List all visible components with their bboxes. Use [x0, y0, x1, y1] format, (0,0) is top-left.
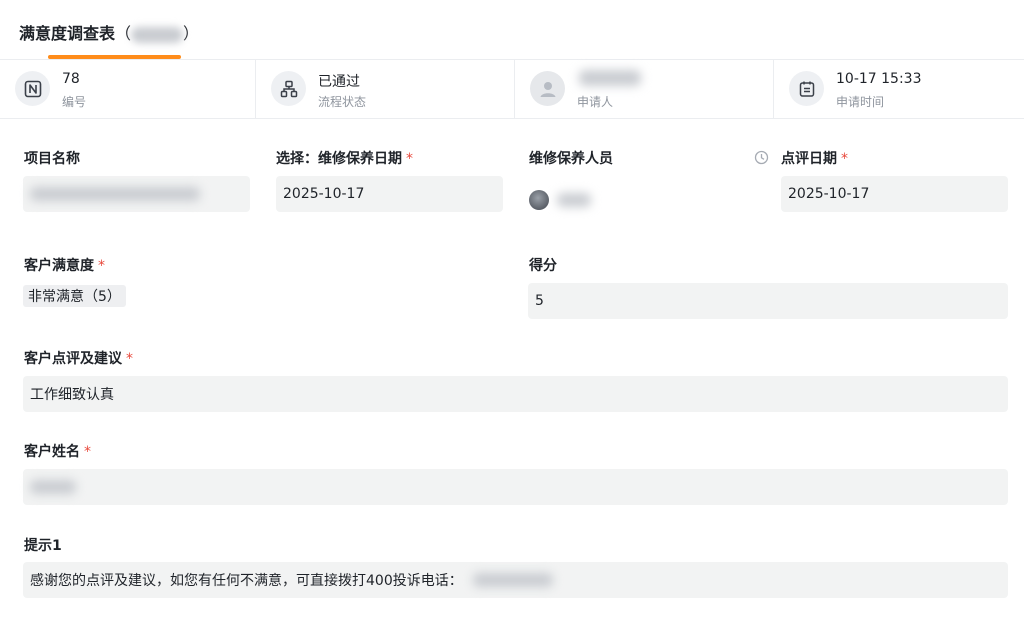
notion-n-icon	[15, 71, 50, 106]
info-process-status: 已通过 流程状态	[256, 60, 515, 119]
maintenance-staff-label-text: 维修保养人员	[529, 151, 613, 167]
required-mark: *	[126, 351, 133, 367]
hint-label-text: 提示1	[24, 538, 62, 554]
page-title: 满意度调查表（ ）	[19, 20, 199, 44]
info-applicant: 申请人	[515, 60, 774, 119]
title-open-paren: （	[115, 24, 132, 43]
required-mark: *	[841, 151, 848, 167]
review-date-label-text: 点评日期	[781, 151, 837, 167]
process-status-label: 流程状态	[318, 95, 367, 109]
hint-value: 感谢您的点评及建议，如您有任何不满意，可直接拨打400投诉电话：	[30, 573, 463, 589]
clock-icon	[754, 150, 769, 169]
required-mark: *	[98, 258, 105, 274]
apply-time-value: 10-17 15:33	[836, 71, 922, 87]
score-label-text: 得分	[529, 258, 557, 274]
required-mark: *	[406, 151, 413, 167]
project-name-label-text: 项目名称	[24, 151, 80, 167]
avatar	[529, 190, 549, 210]
applicant-label: 申请人	[577, 95, 614, 109]
user-avatar-icon	[530, 71, 565, 106]
comments-label: 客户点评及建议 *	[24, 348, 133, 368]
maintenance-staff-redacted	[557, 193, 591, 207]
maintenance-staff-chip[interactable]	[529, 185, 591, 215]
applicant-redacted	[579, 70, 641, 86]
required-mark: *	[84, 444, 91, 460]
customer-name-field[interactable]	[23, 469, 1008, 505]
apply-time-label: 申请时间	[836, 95, 885, 109]
number-label: 编号	[62, 95, 87, 109]
maintenance-date-label: 选择：维修保养日期 *	[276, 148, 413, 168]
score-label: 得分	[529, 255, 557, 275]
customer-name-label-text: 客户姓名	[24, 444, 80, 460]
flow-icon	[271, 71, 306, 106]
customer-name-label: 客户姓名 *	[24, 441, 91, 461]
info-bar: 78 编号 已通过 流程状态 申请人 10-17 15:33 申请时间	[0, 60, 1024, 119]
page-header: 满意度调查表（ ）	[0, 0, 1024, 60]
info-apply-time: 10-17 15:33 申请时间	[774, 60, 1024, 119]
number-value: 78	[62, 71, 80, 87]
satisfaction-label: 客户满意度 *	[24, 255, 105, 275]
project-name-field[interactable]	[23, 176, 250, 212]
project-name-redacted	[30, 187, 200, 201]
score-value: 5	[535, 293, 544, 309]
info-number: 78 编号	[0, 60, 256, 119]
review-date-field[interactable]: 2025-10-17	[781, 176, 1008, 212]
comments-value: 工作细致认真	[30, 387, 114, 403]
hint-label: 提示1	[24, 535, 62, 555]
phone-redacted	[472, 573, 553, 587]
maintenance-date-field[interactable]: 2025-10-17	[276, 176, 503, 212]
active-tab-indicator	[48, 55, 181, 59]
title-redacted	[131, 26, 184, 43]
process-status-value: 已通过	[318, 74, 360, 90]
title-text: 满意度调查表	[19, 24, 116, 43]
calendar-icon	[789, 71, 824, 106]
maintenance-date-value: 2025-10-17	[283, 186, 365, 202]
maintenance-staff-label: 维修保养人员	[529, 148, 613, 168]
comments-label-text: 客户点评及建议	[24, 351, 122, 367]
hint-field: 感谢您的点评及建议，如您有任何不满意，可直接拨打400投诉电话：	[23, 562, 1008, 598]
satisfaction-value: 非常满意（5）	[28, 289, 121, 305]
score-field[interactable]: 5	[528, 283, 1008, 319]
satisfaction-label-text: 客户满意度	[24, 258, 94, 274]
review-date-value: 2025-10-17	[788, 186, 870, 202]
review-date-label: 点评日期 *	[781, 148, 848, 168]
customer-name-redacted	[30, 480, 76, 494]
comments-field[interactable]: 工作细致认真	[23, 376, 1008, 412]
title-close-paren: ）	[183, 24, 200, 43]
satisfaction-tag[interactable]: 非常满意（5）	[23, 285, 126, 307]
maintenance-date-label-text: 选择：维修保养日期	[276, 151, 402, 167]
project-name-label: 项目名称	[24, 148, 80, 168]
